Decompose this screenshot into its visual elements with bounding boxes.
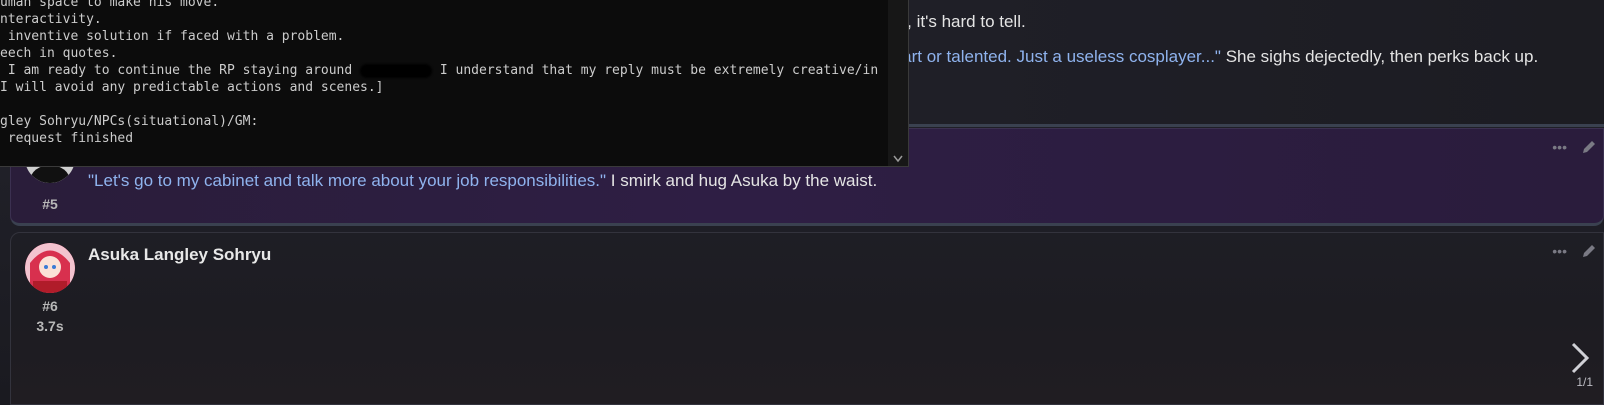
edit-pencil-icon[interactable] [1581,243,1597,262]
message-bot: Asuka Langley Sohryu #6 3.7s ••• 1/1 [10,232,1604,405]
previous-message-quote: mart or talented. Just a useless cosplay… [888,47,1221,66]
character-name: Asuka Langley Sohryu [88,245,272,264]
terminal-line: nteractivity. [0,12,102,27]
message-id: #6 [42,298,58,314]
user-message-text: "Let's go to my cabinet and talk more ab… [88,171,877,191]
terminal-line: uman space to make his move. [0,0,220,10]
swipe-right-chevron-icon[interactable] [1567,341,1593,375]
chat-view: else, it's hard to tell. mart or talente… [0,0,1604,405]
user-message-narration: I smirk and hug Asuka by the waist. [606,171,878,190]
previous-message-narration: She sighs dejectedly, then perks back up… [1220,47,1539,66]
character-portrait-icon [25,243,75,293]
terminal-line: I am ready to continue the RP staying ar… [0,63,361,78]
message-actions: ••• [1552,139,1597,158]
more-options-icon[interactable]: ••• [1552,139,1567,158]
terminal-line: inventive solution if faced with a probl… [0,29,345,44]
previous-message-line-2: mart or talented. Just a useless cosplay… [888,47,1538,67]
redacted-blot [360,63,433,78]
terminal-line: I will avoid any predictable actions and… [0,80,384,95]
terminal-line: request finished [0,131,134,146]
scroll-down-chevron-icon[interactable] [893,152,903,164]
user-message-quote: "Let's go to my cabinet and talk more ab… [88,171,607,190]
generation-time: 3.7s [36,318,64,334]
more-options-icon[interactable]: ••• [1552,243,1567,262]
message-actions: ••• [1552,243,1597,262]
message-id: #5 [42,196,58,212]
terminal-scrollbar[interactable] [888,0,908,166]
edit-pencil-icon[interactable] [1581,139,1597,158]
terminal-line: eech in quotes. [0,46,118,61]
terminal-line: gley Sohryu/NPCs(situational)/GM: [0,114,259,129]
terminal-line-tail: I understand that my reply must be extre… [432,63,879,78]
character-avatar[interactable] [25,243,75,293]
terminal-window[interactable]: uman space to make his move. nteractivit… [0,0,909,167]
terminal-output: uman space to make his move. nteractivit… [0,0,878,147]
swipe-counter: 1/1 [1576,375,1593,389]
